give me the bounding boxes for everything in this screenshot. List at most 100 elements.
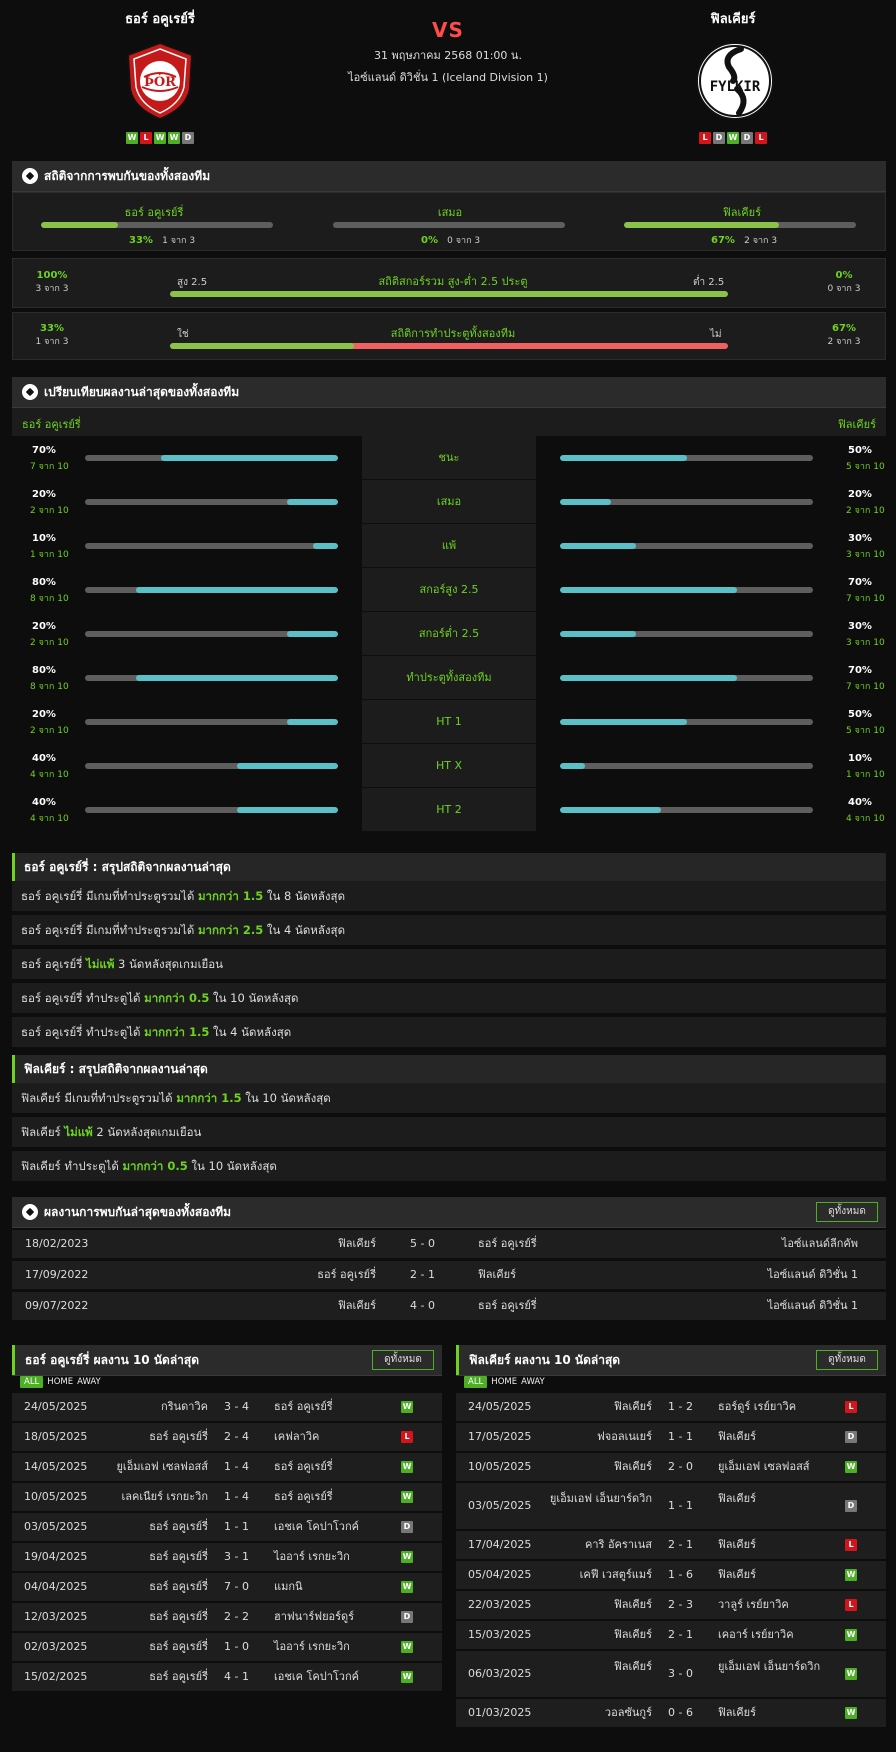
compare-home-count: 8 จาก 10 <box>30 682 69 692</box>
h2h-goals-box: 100% 3 จาก 3 สูง 2.5 สถิติสกอร์รวม สูง-ต… <box>12 258 886 308</box>
summary-text: ใน 8 นัดหลังสุด <box>263 889 346 903</box>
match-score: 4 - 1 <box>224 1670 249 1683</box>
last10-row[interactable]: 24/05/2025 ฟิลเคียร์ 1 - 2 ธอร์ดูร์ เรย์ยาว… <box>456 1393 886 1421</box>
summary-highlight: ไม่แพ้ <box>86 957 115 971</box>
match-away-team: เคฟลาวิค <box>274 1430 320 1443</box>
last10-row[interactable]: 12/03/2025 ธอร์ อคูเรย์รี่ 2 - 2 ฮาฟนาร์ฟยอ… <box>12 1603 442 1631</box>
tab-away[interactable]: AWAY <box>521 1377 545 1387</box>
last10-row[interactable]: 10/05/2025 ฟิลเคียร์ 2 - 0 ยูเอ็มเอฟ เซลฟอส… <box>456 1453 886 1481</box>
compare-home-cell: 40% 4 จาก 10 <box>12 744 362 787</box>
home-form-badge: W <box>154 132 166 144</box>
last10-row[interactable]: 10/05/2025 เลคเนียร์ เรกยะวิก 1 - 4 ธอร์ อค… <box>12 1483 442 1511</box>
compare-away-bar <box>560 807 813 813</box>
compare-home-cell: 80% 8 จาก 10 <box>12 568 362 611</box>
last10-row[interactable]: 15/03/2025 ฟิลเคียร์ 2 - 1 เคอาร์ เรย์ยาวิค… <box>456 1621 886 1649</box>
h2h-home-bar <box>41 222 273 228</box>
tab-home[interactable]: HOME <box>47 1377 73 1387</box>
last10-row[interactable]: 05/04/2025 เคฟี เวสตูร์แมร์ 1 - 6 ฟิลเคียร์… <box>456 1561 886 1589</box>
tab-home[interactable]: HOME <box>491 1377 517 1387</box>
away-form-badge: L <box>699 132 711 144</box>
btts-title: สถิติการทำประตูทั้งสองทีม <box>390 327 516 340</box>
h2h-home-team: ธอร์ อคูเรย์รี่ <box>317 1268 376 1281</box>
last10-row[interactable]: 01/03/2025 วอลซันกูร์ 0 - 6 ฟิลเคียร์ W <box>456 1699 886 1727</box>
result-badge: L <box>401 1431 413 1443</box>
h2h-away-pct: 67% <box>711 235 735 246</box>
match-header: ธอร์ อคูเรย์รี่ ÞÓR WLWWD VS 31 พฤษภาคม … <box>0 0 896 160</box>
last10-row[interactable]: 17/04/2025 คาริ อัคราเนส 2 - 1 ฟิลเคียร์ L <box>456 1531 886 1559</box>
compare-home-pct: 40% <box>32 797 56 808</box>
match-score: 1 - 1 <box>668 1430 693 1443</box>
h2h-result-row[interactable]: 17/09/2022 ธอร์ อคูเรย์รี่ 2 - 1 ฟิลเคียร์ ไ… <box>12 1261 886 1289</box>
compare-label: HT X <box>362 744 536 787</box>
result-badge: L <box>845 1401 857 1413</box>
h2h-view-all-button[interactable]: ดูทั้งหมด <box>816 1202 878 1222</box>
last10-row[interactable]: 19/04/2025 ธอร์ อคูเรย์รี่ 3 - 1 ไออาร์ เรก… <box>12 1543 442 1571</box>
away-team[interactable]: ฟิลเคียร์ FYLKIR LDWDL <box>603 8 863 144</box>
compare-home-cell: 40% 4 จาก 10 <box>12 788 362 831</box>
match-home-team: เลคเนียร์ เรกยะวิก <box>121 1490 208 1503</box>
compare-away-pct: 70% <box>848 577 872 588</box>
tab-away[interactable]: AWAY <box>77 1377 101 1387</box>
result-badge: L <box>845 1539 857 1551</box>
compare-away-cell: 50% 5 จาก 10 <box>536 436 886 479</box>
summary-highlight: มากกว่า 2.5 <box>197 923 264 937</box>
home-team-name: ธอร์ อคูเรย์รี่ <box>125 12 195 27</box>
compare-away-cell: 30% 3 จาก 10 <box>536 524 886 567</box>
last10-row[interactable]: 03/05/2025 ธอร์ อคูเรย์รี่ 1 - 1 เอชเค โคปา… <box>12 1513 442 1541</box>
summary-text: ใน 10 นัดหลังสุด <box>241 1091 331 1105</box>
last10-row[interactable]: 22/03/2025 ฟิลเคียร์ 2 - 3 วาลูร์ เรย์ยาวิค… <box>456 1591 886 1619</box>
goals-over-label: สูง 2.5 <box>177 277 208 288</box>
last10-row[interactable]: 18/05/2025 ธอร์ อคูเรย์รี่ 2 - 4 เคฟลาวิค L <box>12 1423 442 1451</box>
h2h-result-row[interactable]: 18/02/2023 ฟิลเคียร์ 5 - 0 ธอร์ อคูเรย์รี่ ไ… <box>12 1230 886 1258</box>
compare-away-cell: 70% 7 จาก 10 <box>536 568 886 611</box>
goals-left-count: 3 จาก 3 <box>35 284 69 294</box>
result-badge: W <box>845 1569 857 1581</box>
last10-row[interactable]: 04/04/2025 ธอร์ อคูเรย์รี่ 7 - 0 แมกนิ W <box>12 1573 442 1601</box>
goals-title: สถิติสกอร์รวม สูง-ต่ำ 2.5 ประตู <box>378 275 528 288</box>
match-away-team: ฟิลเคียร์ <box>718 1568 757 1581</box>
goals-right-pct: 0% <box>835 270 853 281</box>
compare-home-pct: 10% <box>32 533 56 544</box>
h2h-date: 09/07/2022 <box>25 1299 89 1312</box>
last10-row[interactable]: 24/05/2025 กรินดาวิค 3 - 4 ธอร์ อคูเรย์รี่ W <box>12 1393 442 1421</box>
h2h-home-pct: 33% <box>129 235 153 246</box>
away-last10-view-all-button[interactable]: ดูทั้งหมด <box>816 1350 878 1370</box>
match-home-team: ธอร์ อคูเรย์รี่ <box>149 1430 208 1443</box>
home-form-badge: L <box>140 132 152 144</box>
match-away-team: ธอร์ อคูเรย์รี่ <box>274 1460 333 1473</box>
tab-all[interactable]: ALL <box>464 1376 488 1388</box>
compare-home-name: ธอร์ อคูเรย์รี่ <box>22 418 81 431</box>
h2h-date: 18/02/2023 <box>25 1237 89 1250</box>
summary-line: ธอร์ อคูเรย์รี่ ทำประตูได้ มากกว่า 0.5 ใ… <box>12 983 886 1013</box>
last10-row[interactable]: 02/03/2025 ธอร์ อคูเรย์รี่ 1 - 0 ไออาร์ เรก… <box>12 1633 442 1661</box>
last10-row[interactable]: 03/05/2025 ยูเอ็มเอฟ เอ็นยาร์ดวิก 1 - 1 ฟิล… <box>456 1483 886 1529</box>
home-last10-view-all-button[interactable]: ดูทั้งหมด <box>372 1350 434 1370</box>
last10-row[interactable]: 14/05/2025 ยูเอ็มเอฟ เซลฟอสส์ 1 - 4 ธอร์ อค… <box>12 1453 442 1481</box>
home-team[interactable]: ธอร์ อคูเรย์รี่ ÞÓR WLWWD <box>30 8 290 144</box>
h2h-home-count: 1 จาก 3 <box>162 236 196 246</box>
compare-away-pct: 40% <box>848 797 872 808</box>
match-home-team: ธอร์ อคูเรย์รี่ <box>149 1640 208 1653</box>
match-away-team: ฟิลเคียร์ <box>718 1430 757 1443</box>
match-score: 2 - 2 <box>224 1610 249 1623</box>
last10-row[interactable]: 06/03/2025 ฟิลเคียร์ 3 - 0 ยูเอ็มเอฟ เอ็นยา… <box>456 1651 886 1697</box>
last10-row[interactable]: 15/02/2025 ธอร์ อคูเรย์รี่ 4 - 1 เอชเค โคปา… <box>12 1663 442 1691</box>
compare-home-cell: 80% 8 จาก 10 <box>12 656 362 699</box>
home-summary-title: ธอร์ อคูเรย์รี่ : สรุปสถิติจากผลงานล่าสุ… <box>12 853 886 881</box>
compare-home-bar <box>85 807 338 813</box>
match-score: 0 - 6 <box>668 1706 693 1719</box>
h2h-home-win: ธอร์ อคูเรย์รี่ <box>37 203 271 221</box>
match-score: 1 - 4 <box>224 1460 249 1473</box>
tab-all[interactable]: ALL <box>20 1376 44 1388</box>
compare-away-cell: 70% 7 จาก 10 <box>536 656 886 699</box>
h2h-stats-title: สถิติจากการพบกันของทั้งสองทีม <box>44 168 211 183</box>
compare-away-count: 7 จาก 10 <box>846 682 885 692</box>
compare-away-bar <box>560 675 813 681</box>
last10-row[interactable]: 17/05/2025 ฟจอลเนเยร์ 1 - 1 ฟิลเคียร์ D <box>456 1423 886 1451</box>
match-home-team: ฟิลเคียร์ <box>613 1598 652 1611</box>
h2h-result-row[interactable]: 09/07/2022 ฟิลเคียร์ 4 - 0 ธอร์ อคูเรย์รี่ ไ… <box>12 1292 886 1320</box>
compare-row: 80% 8 จาก 10 ทำประตูทั้งสองทีม 70% 7 จาก 10 <box>12 656 886 699</box>
match-score: 1 - 6 <box>668 1568 693 1581</box>
match-date: 03/05/2025 <box>468 1499 532 1512</box>
away-last10-tabs: ALL HOME AWAY <box>464 1376 545 1388</box>
